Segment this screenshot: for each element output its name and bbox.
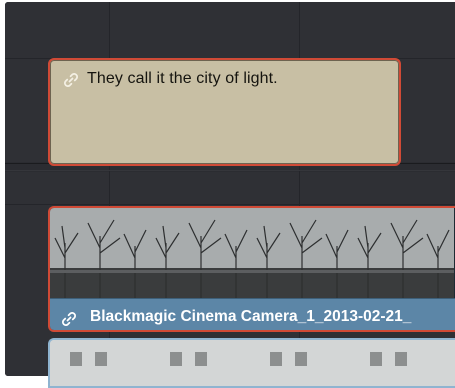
thumbnail-frame xyxy=(252,208,353,298)
grid-line xyxy=(5,204,455,205)
clip-label-bar: Blackmagic Cinema Camera_1_2013-02-21_ xyxy=(50,298,455,330)
thumbnail-frame xyxy=(353,208,454,298)
link-icon xyxy=(62,71,80,94)
subtitle-text: They call it the city of light. xyxy=(87,70,278,87)
clip-thumbnails xyxy=(50,208,455,298)
link-icon xyxy=(60,310,78,330)
clip-name: Blackmagic Cinema Camera_1_2013-02-21_ xyxy=(90,308,412,325)
video-clip-next[interactable] xyxy=(48,338,455,388)
track-separator xyxy=(5,170,455,171)
thumbnail-frame xyxy=(50,208,151,298)
thumbnail-frame xyxy=(151,208,252,298)
thumbnail-frame xyxy=(50,340,455,386)
subtitle-clip[interactable]: They call it the city of light. xyxy=(48,58,401,166)
video-clip[interactable]: Blackmagic Cinema Camera_1_2013-02-21_ xyxy=(48,206,455,332)
